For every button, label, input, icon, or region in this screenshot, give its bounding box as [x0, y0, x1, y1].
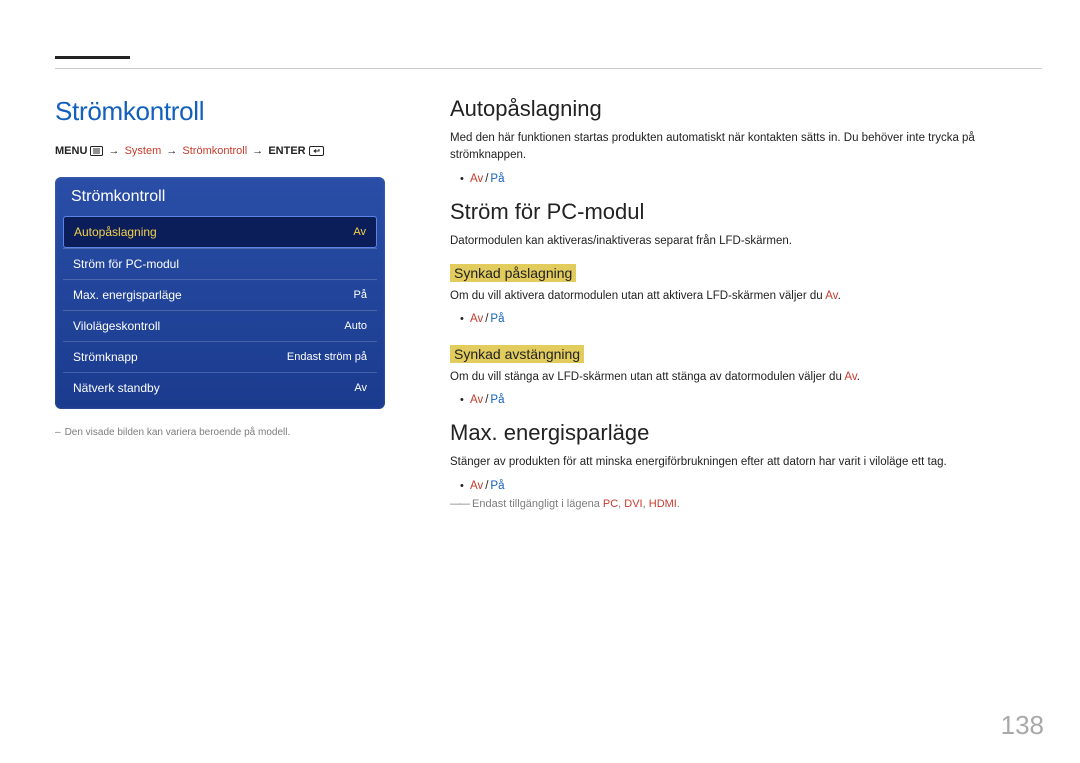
osd-row-label: Autopåslagning — [74, 225, 157, 239]
arrow-icon: → — [164, 145, 179, 157]
mode-pc: PC — [603, 498, 618, 510]
section-max-energy: Max. energisparläge Stänger av produkten… — [450, 420, 1050, 509]
option-on: På — [490, 173, 504, 185]
mode-hdmi: HDMI — [649, 498, 677, 510]
left-column: Strömkontroll MENU → System → Strömkontr… — [55, 96, 385, 438]
osd-row-power-button[interactable]: Strömknapp Endast ström på — [63, 341, 377, 372]
top-divider — [55, 68, 1042, 69]
breadcrumb: MENU → System → Strömkontroll → ENTER — [55, 145, 385, 159]
desc-synced-on: Om du vill aktivera datormodulen utan at… — [450, 288, 1050, 305]
footnote-modes: ――Endast tillgängligt i lägena PC, DVI, … — [450, 498, 1050, 510]
text-fragment: Om du vill aktivera datormodulen utan at… — [450, 290, 825, 302]
osd-row-value: På — [354, 289, 367, 301]
breadcrumb-menu: MENU — [55, 145, 87, 157]
text-fragment: . — [838, 290, 841, 302]
options-max-energy: Av/På — [470, 480, 1050, 492]
page-number: 138 — [1001, 710, 1044, 741]
mode-dvi: DVI — [624, 498, 642, 510]
enter-icon — [309, 146, 324, 159]
option-off: Av — [470, 173, 483, 185]
osd-title: Strömkontroll — [55, 177, 385, 216]
options-synced-on: Av/På — [470, 313, 1050, 325]
h2-max-energy: Max. energisparläge — [450, 420, 1050, 446]
osd-row-value: Endast ström på — [287, 351, 367, 363]
left-footnote: –Den visade bilden kan variera beroende … — [55, 427, 385, 438]
h2-pc-module: Ström för PC-modul — [450, 199, 1050, 225]
osd-row-label: Vilolägeskontroll — [73, 319, 160, 333]
osd-panel: Strömkontroll Autopåslagning Av Ström fö… — [55, 177, 385, 409]
section-pc-module: Ström för PC-modul Datormodulen kan akti… — [450, 199, 1050, 407]
breadcrumb-enter: ENTER — [268, 145, 305, 157]
osd-body: Autopåslagning Av Ström för PC-modul Max… — [63, 216, 377, 403]
section-auto-on: Autopåslagning Med den här funktionen st… — [450, 96, 1050, 185]
footnote-text: Den visade bilden kan variera beroende p… — [65, 427, 291, 438]
osd-row-value: Av — [354, 382, 367, 394]
osd-row-label: Strömknapp — [73, 350, 138, 364]
option-on: På — [490, 480, 504, 492]
option-on: På — [490, 313, 504, 325]
options-auto-on: Av/På — [470, 173, 1050, 185]
desc-pc-module: Datormodulen kan aktiveras/inaktiveras s… — [450, 233, 1050, 250]
text-fragment: . — [677, 498, 680, 510]
osd-row-max-energy[interactable]: Max. energisparläge På — [63, 279, 377, 310]
desc-synced-off: Om du vill stänga av LFD-skärmen utan at… — [450, 369, 1050, 386]
options-synced-off: Av/På — [470, 394, 1050, 406]
hl-value: Av — [825, 290, 837, 302]
text-fragment: Om du vill stänga av LFD-skärmen utan at… — [450, 371, 844, 383]
right-column: Autopåslagning Med den här funktionen st… — [450, 96, 1050, 516]
h2-auto-on: Autopåslagning — [450, 96, 1050, 122]
osd-row-label: Nätverk standby — [73, 381, 160, 395]
option-off: Av — [470, 313, 483, 325]
osd-row-auto-on[interactable]: Autopåslagning Av — [63, 216, 377, 248]
breadcrumb-power: Strömkontroll — [182, 145, 247, 157]
osd-row-pc-module[interactable]: Ström för PC-modul — [63, 248, 377, 279]
text-fragment: Endast tillgängligt i lägena — [472, 498, 603, 510]
hl-value: Av — [844, 371, 856, 383]
arrow-icon: → — [107, 145, 122, 157]
option-off: Av — [470, 480, 483, 492]
menu-icon — [90, 146, 103, 159]
option-on: På — [490, 394, 504, 406]
desc-max-energy: Stänger av produkten för att minska ener… — [450, 454, 1050, 471]
desc-auto-on: Med den här funktionen startas produkten… — [450, 130, 1050, 165]
option-off: Av — [470, 394, 483, 406]
section-title: Strömkontroll — [55, 96, 385, 127]
text-fragment: . — [857, 371, 860, 383]
arrow-icon: → — [250, 145, 265, 157]
osd-row-network-standby[interactable]: Nätverk standby Av — [63, 372, 377, 403]
osd-row-value: Av — [353, 226, 366, 238]
chapter-tab-marker — [55, 56, 130, 59]
h3-synced-off: Synkad avstängning — [450, 345, 584, 363]
osd-row-label: Max. energisparläge — [73, 288, 182, 302]
osd-row-standby[interactable]: Vilolägeskontroll Auto — [63, 310, 377, 341]
osd-row-label: Ström för PC-modul — [73, 257, 179, 271]
osd-row-value: Auto — [344, 320, 367, 332]
breadcrumb-system: System — [125, 145, 162, 157]
h3-synced-on: Synkad påslagning — [450, 264, 576, 282]
